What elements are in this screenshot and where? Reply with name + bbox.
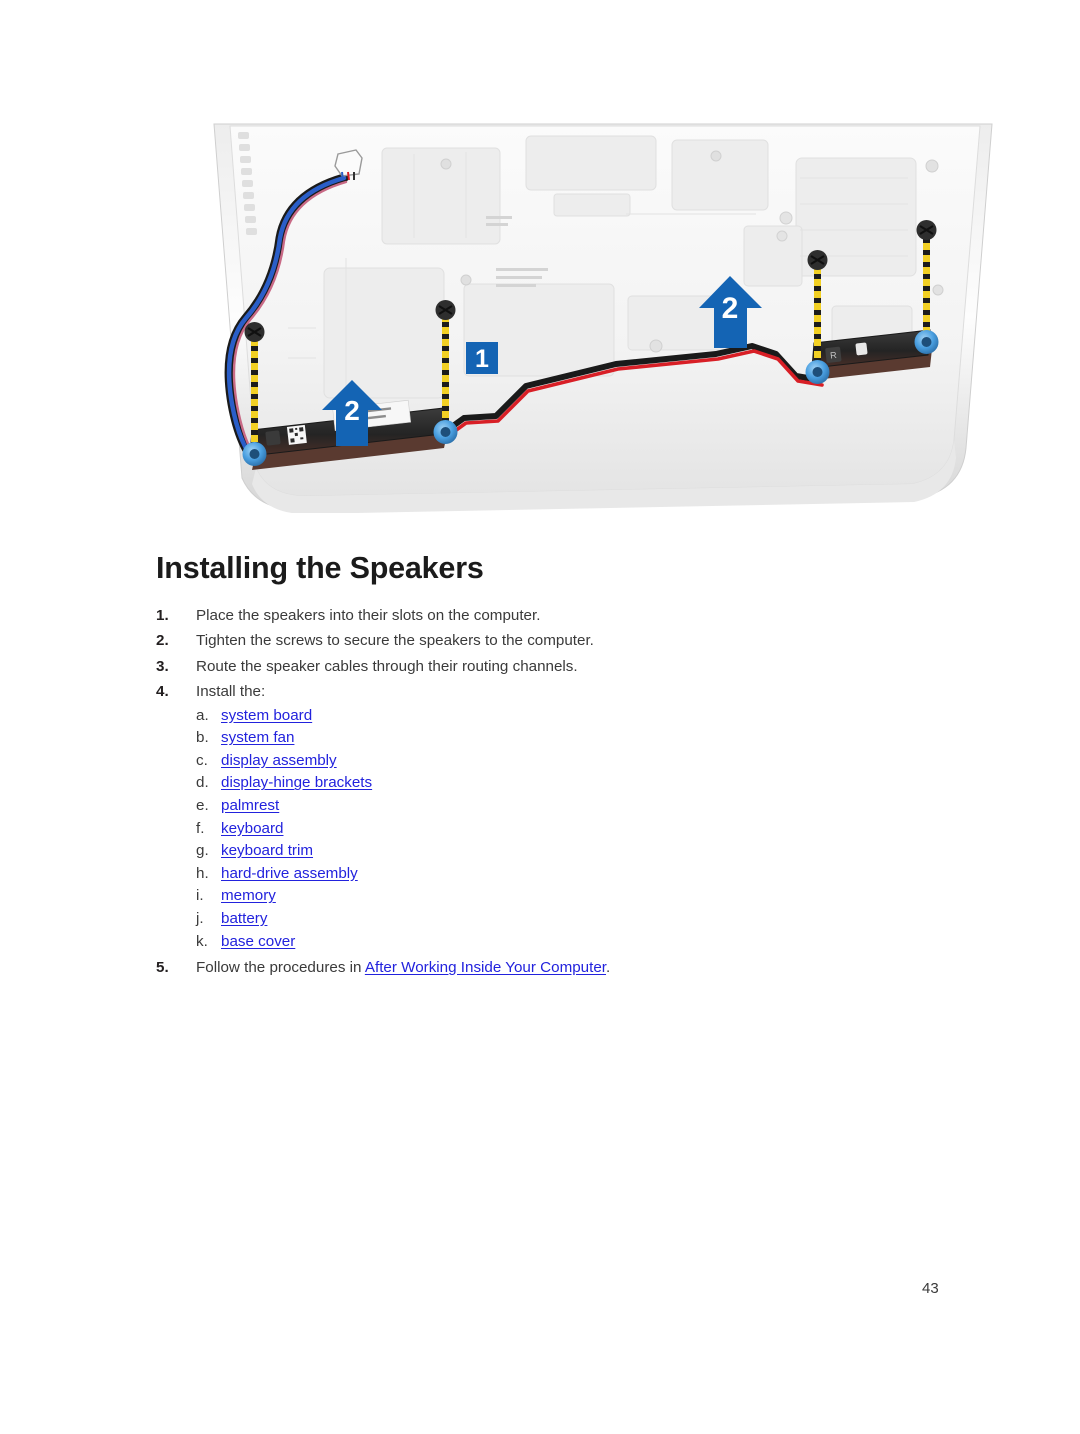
left-speaker-qr-label <box>286 424 307 445</box>
link-system-fan[interactable]: system fan <box>221 727 294 750</box>
callout-1-label: 1 <box>475 345 489 373</box>
step-number: 3. <box>156 657 169 675</box>
list-item-letter: j. <box>196 909 204 927</box>
step-text: Follow the procedures in After Working I… <box>196 955 936 980</box>
callout-1-badge: 1 <box>466 342 498 374</box>
list-item-letter: f. <box>196 819 205 837</box>
procedure-list: 1. Place the speakers into their slots o… <box>156 603 936 981</box>
link-hard-drive-assembly[interactable]: hard-drive assembly <box>221 863 358 886</box>
procedure-step-1: 1. Place the speakers into their slots o… <box>156 603 936 628</box>
list-item-letter: g. <box>196 842 209 860</box>
step-text: Install the: <box>196 683 266 701</box>
link-keyboard-trim[interactable]: keyboard trim <box>221 840 313 863</box>
step-number: 5. <box>156 959 169 977</box>
list-item: i. memory <box>196 885 936 908</box>
callout-2-right-label: 2 <box>722 292 739 325</box>
procedure-step-3: 3. Route the speaker cables through thei… <box>156 654 936 679</box>
step-text: Tighten the screws to secure the speaker… <box>196 632 594 650</box>
link-palmrest[interactable]: palmrest <box>221 795 279 818</box>
step-number: 1. <box>156 607 169 624</box>
list-item-letter: e. <box>196 797 209 814</box>
link-battery[interactable]: battery <box>221 908 267 931</box>
link-display-assembly[interactable]: display assembly <box>221 750 337 773</box>
step-text: Route the speaker cables through their r… <box>196 657 578 675</box>
list-item: c. display assembly <box>196 750 936 773</box>
list-item-letter: i. <box>196 887 204 905</box>
step-number: 2. <box>156 632 169 650</box>
list-item-letter: a. <box>196 706 209 724</box>
page-title: Installing the Speakers <box>156 551 484 585</box>
link-memory[interactable]: memory <box>221 885 276 908</box>
step-number: 4. <box>156 683 169 701</box>
link-after-working-inside-your-computer[interactable]: After Working Inside Your Computer <box>365 959 606 976</box>
list-item-letter: d. <box>196 774 209 792</box>
page-number: 43 <box>922 1280 939 1297</box>
list-item: b. system fan <box>196 727 936 750</box>
procedure-step-4: 4. Install the: <box>156 679 936 704</box>
list-item: k. base cover <box>196 931 936 954</box>
procedure-step-5: 5. Follow the procedures in After Workin… <box>156 955 936 980</box>
list-item: h. hard-drive assembly <box>196 863 936 886</box>
list-item-letter: k. <box>196 932 208 950</box>
link-system-board[interactable]: system board <box>221 705 312 728</box>
callout-2-left-label: 2 <box>344 395 360 426</box>
install-components-list: a. system board b. system fan c. display… <box>196 705 936 954</box>
step-text-suffix: . <box>606 959 611 977</box>
list-item: a. system board <box>196 705 936 728</box>
list-item: e. palmrest <box>196 795 936 818</box>
step-text: Place the speakers into their slots on t… <box>196 607 541 624</box>
list-item: f. keyboard <box>196 818 936 841</box>
procedure-step-2: 2. Tighten the screws to secure the spea… <box>156 628 936 653</box>
list-item-letter: b. <box>196 729 209 747</box>
link-display-hinge-brackets[interactable]: display-hinge brackets <box>221 772 372 795</box>
list-item: g. keyboard trim <box>196 840 936 863</box>
step-text-prefix: Follow the procedures in <box>196 959 365 977</box>
speaker-installation-figure: R 1 2 2 <box>196 118 1006 513</box>
list-item: d. display-hinge brackets <box>196 772 936 795</box>
list-item-letter: c. <box>196 751 208 769</box>
list-item: j. battery <box>196 908 936 931</box>
link-base-cover[interactable]: base cover <box>221 931 295 954</box>
link-keyboard[interactable]: keyboard <box>221 818 283 841</box>
list-item-letter: h. <box>196 864 209 882</box>
